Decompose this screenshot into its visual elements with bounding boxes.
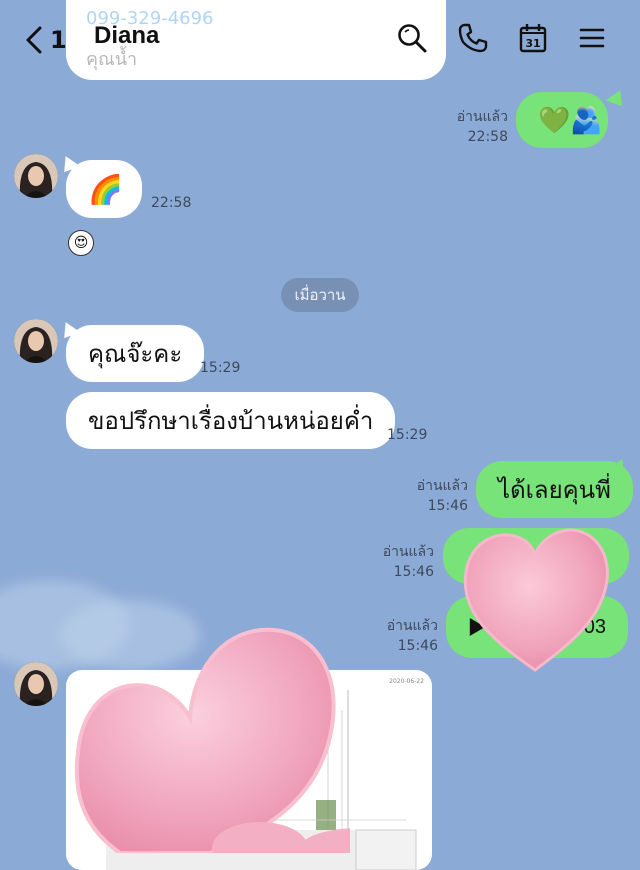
message-time: 15:29 [200, 360, 241, 376]
avatar-image [14, 319, 58, 363]
avatar-image [14, 154, 58, 198]
incoming-message-bubble[interactable]: คุณจ๊ะคะ [66, 325, 205, 382]
message-meta: อ่านแล้ว 15:46 [368, 542, 434, 582]
chat-title: Diana [94, 22, 160, 49]
date-separator: เมื่อวาน [281, 278, 359, 312]
calendar-button[interactable]: 31 [515, 20, 551, 56]
message-meta: อ่านแล้ว 22:58 [440, 107, 508, 147]
heart-sticker-icon[interactable] [60, 622, 350, 853]
message-time: 22:58 [151, 195, 192, 211]
heart-sticker-icon[interactable] [452, 520, 618, 680]
document-date: 2020-06-22 [389, 678, 424, 685]
search-button[interactable] [394, 20, 430, 56]
menu-button[interactable] [574, 20, 610, 56]
incoming-message-bubble[interactable]: ขอปรึกษาเรื่องบ้านหน่อยค่ำ [66, 392, 396, 449]
avatar[interactable] [14, 154, 58, 198]
read-receipt: อ่านแล้ว [382, 544, 434, 560]
avatar[interactable] [14, 662, 58, 706]
message-time: 15:46 [427, 498, 468, 514]
chat-header: 1 Diana 31 [0, 0, 640, 80]
message-time: 15:46 [397, 638, 438, 654]
avatar-image [14, 662, 58, 706]
message-time: 15:46 [393, 564, 434, 580]
call-button[interactable] [455, 20, 491, 56]
phone-icon [458, 23, 488, 53]
bubble-tail [605, 90, 629, 112]
message-meta: อ่านแล้ว 15:46 [370, 616, 438, 656]
menu-icon [579, 28, 605, 48]
message-meta: อ่านแล้ว 15:46 [402, 476, 468, 516]
reaction-badge[interactable]: 😍 [68, 230, 94, 256]
avatar[interactable] [14, 319, 58, 363]
message-time: 15:29 [387, 427, 428, 443]
back-button[interactable]: 1 [22, 20, 82, 60]
read-receipt: อ่านแล้ว [456, 109, 508, 125]
svg-text:31: 31 [525, 37, 540, 50]
read-receipt: อ่านแล้ว [416, 478, 468, 494]
incoming-message-bubble[interactable]: 🌈 [66, 160, 142, 218]
message-time: 22:58 [467, 129, 508, 145]
read-receipt: อ่านแล้ว [386, 618, 438, 634]
unread-count: 1 [50, 26, 67, 54]
search-icon [398, 24, 427, 53]
calendar-icon: 31 [519, 24, 547, 53]
back-icon [26, 26, 42, 54]
outgoing-message-bubble[interactable]: 💚🫂 [516, 92, 608, 148]
